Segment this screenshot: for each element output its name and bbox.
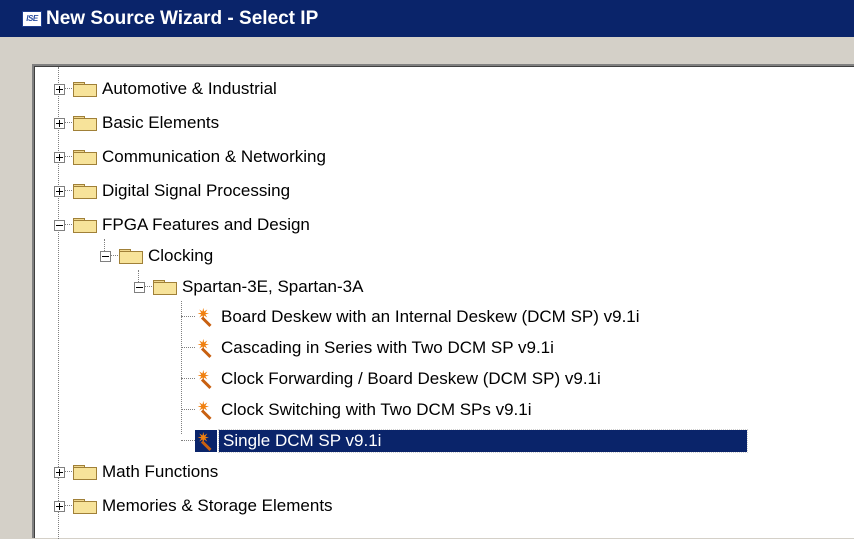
- tree-node-label: Communication & Networking: [102, 147, 326, 166]
- wizard-wand-icon: ✷: [195, 337, 217, 359]
- plus-box-icon[interactable]: [54, 500, 65, 512]
- tree-node-label: Math Functions: [102, 462, 219, 481]
- tree-node-clocking[interactable]: Clocking: [100, 242, 215, 270]
- tree-node-digital-signal-processing[interactable]: Digital Signal Processing: [54, 177, 292, 205]
- tree-node-math-functions[interactable]: Math Functions: [54, 458, 220, 486]
- tree-node-label: Basic Elements: [102, 113, 220, 132]
- tree-node-label: Memories & Storage Elements: [102, 496, 333, 515]
- tree-node-automotive-industrial[interactable]: Automotive & Industrial: [54, 75, 279, 103]
- tree-node-label: Automotive & Industrial: [102, 79, 277, 98]
- folder-icon: [118, 248, 144, 264]
- tree-node-label: FPGA Features and Design: [102, 215, 310, 234]
- tree-node-label: Digital Signal Processing: [102, 181, 291, 200]
- minus-box-icon[interactable]: [54, 219, 65, 231]
- tree-node-memories-storage[interactable]: Memories & Storage Elements: [54, 492, 335, 520]
- wizard-wand-icon: ✷: [195, 306, 217, 328]
- folder-icon: [72, 81, 98, 97]
- plus-box-icon[interactable]: [54, 83, 65, 95]
- tree-node-spartan-family[interactable]: Spartan-3E, Spartan-3A: [134, 273, 365, 301]
- ip-item-label: Board Deskew with an Internal Deskew (DC…: [221, 307, 640, 326]
- tree-node-label: Clocking: [148, 246, 214, 265]
- minus-box-icon[interactable]: [134, 281, 145, 293]
- tree-node-communication-networking[interactable]: Communication & Networking: [54, 143, 328, 171]
- ip-item-label: Clock Switching with Two DCM SPs v9.1i: [221, 400, 532, 419]
- ip-tree-view[interactable]: Automotive & Industrial Basic Elements C…: [32, 64, 854, 539]
- wizard-wand-icon: ✷: [195, 399, 217, 421]
- minus-box-icon[interactable]: [100, 250, 111, 262]
- ip-item-board-deskew[interactable]: ✷ Board Deskew with an Internal Deskew (…: [181, 303, 642, 331]
- ip-item-label: Single DCM SP v9.1i: [218, 429, 748, 453]
- ip-item-cascading-series[interactable]: ✷ Cascading in Series with Two DCM SP v9…: [181, 334, 556, 362]
- ip-item-clock-forwarding[interactable]: ✷ Clock Forwarding / Board Deskew (DCM S…: [181, 365, 603, 393]
- ip-item-single-dcm-selected[interactable]: ✷ Single DCM SP v9.1i: [181, 427, 748, 455]
- folder-icon: [72, 217, 98, 233]
- folder-icon: [72, 183, 98, 199]
- tree-node-label: Spartan-3E, Spartan-3A: [182, 277, 364, 296]
- plus-box-icon[interactable]: [54, 185, 65, 197]
- folder-icon: [72, 498, 98, 514]
- window-title: New Source Wizard - Select IP: [46, 7, 319, 29]
- folder-icon: [72, 149, 98, 165]
- wizard-wand-icon: ✷: [195, 430, 217, 452]
- window-titlebar[interactable]: ISE New Source Wizard - Select IP: [0, 0, 854, 37]
- ip-item-label: Cascading in Series with Two DCM SP v9.1…: [221, 338, 554, 357]
- wizard-wand-icon: ✷: [195, 368, 217, 390]
- plus-box-icon[interactable]: [54, 117, 65, 129]
- ip-item-label: Clock Forwarding / Board Deskew (DCM SP)…: [221, 369, 601, 388]
- ise-app-icon: ISE: [22, 10, 42, 27]
- plus-box-icon[interactable]: [54, 151, 65, 163]
- tree-node-fpga-features-design[interactable]: FPGA Features and Design: [54, 211, 312, 239]
- ip-item-clock-switching[interactable]: ✷ Clock Switching with Two DCM SPs v9.1i: [181, 396, 534, 424]
- folder-icon: [72, 115, 98, 131]
- plus-box-icon[interactable]: [54, 466, 65, 478]
- tree-node-basic-elements[interactable]: Basic Elements: [54, 109, 221, 137]
- folder-icon: [152, 279, 178, 295]
- folder-icon: [72, 464, 98, 480]
